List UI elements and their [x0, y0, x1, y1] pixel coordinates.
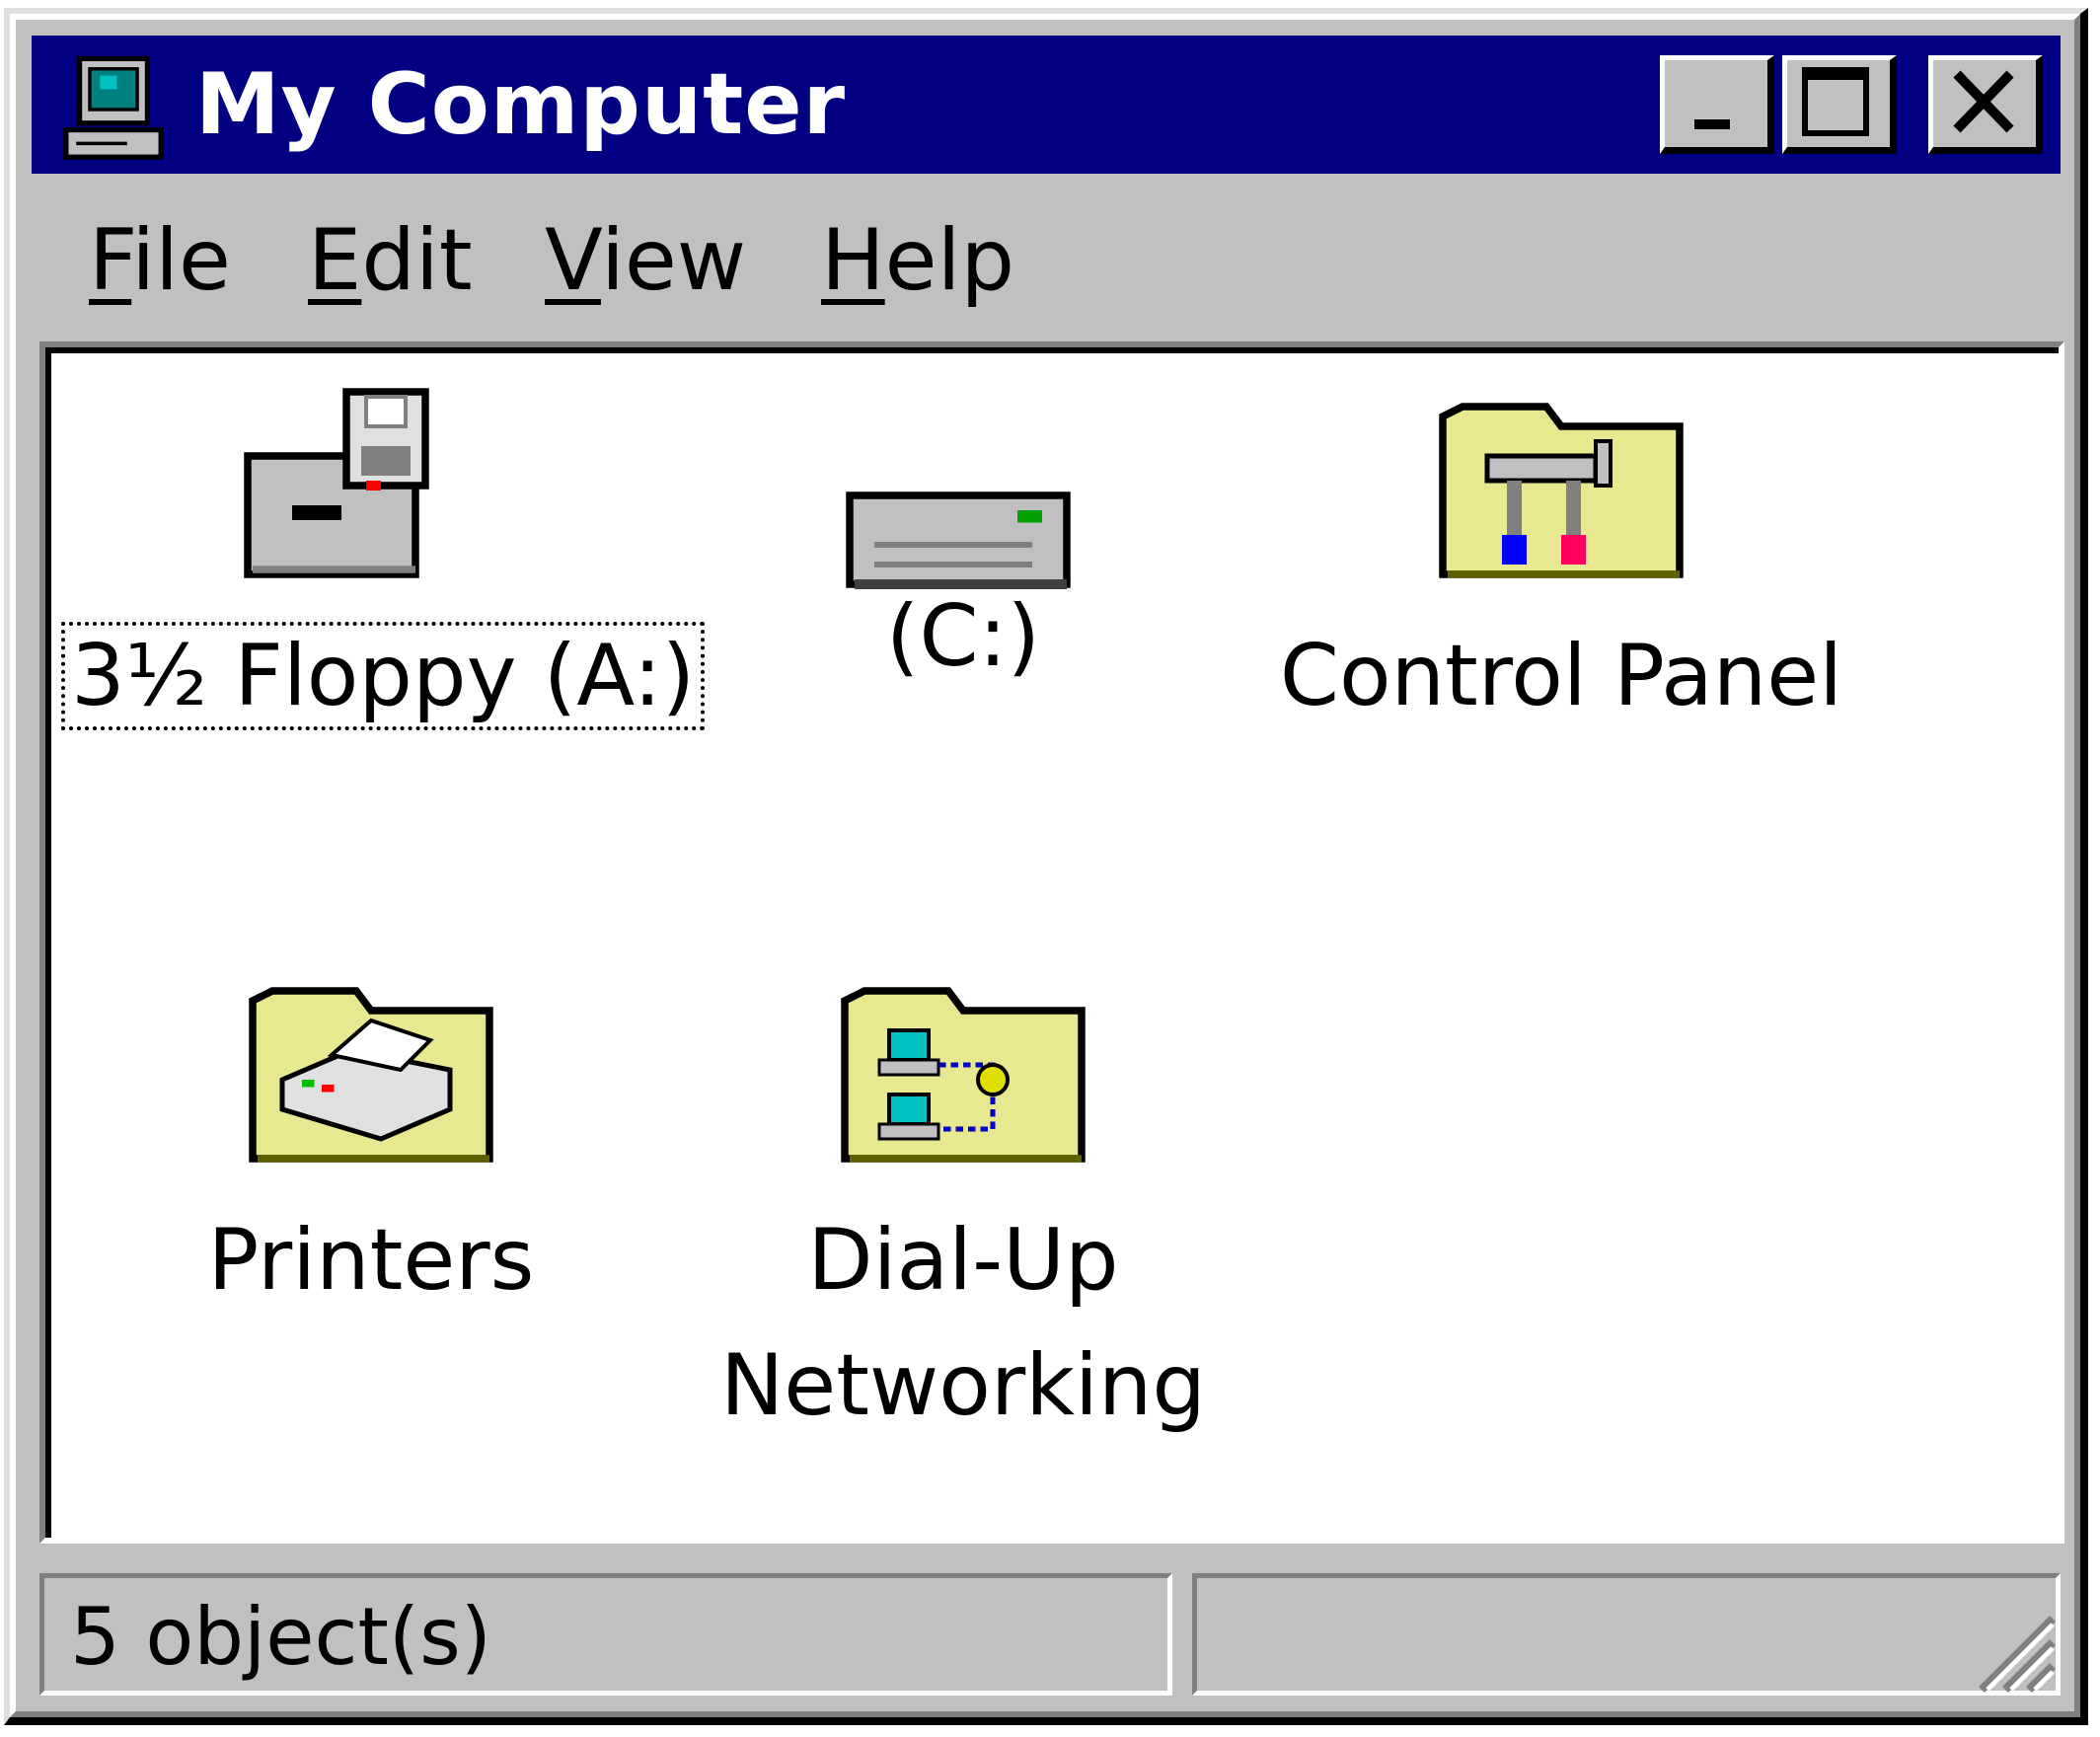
item-label: 3½ Floppy (A:)	[60, 622, 706, 730]
item-printers[interactable]: Printers	[65, 971, 677, 1311]
close-icon	[1953, 70, 2014, 133]
minimize-button[interactable]	[1660, 55, 1774, 154]
status-bar: 5 object(s)	[32, 1563, 2064, 1701]
item-dial-up-networking[interactable]: Dial-Up Networking	[657, 971, 1269, 1461]
item-floppy-a[interactable]: 3½ Floppy (A:)	[60, 387, 706, 730]
item-label: Printers	[207, 1211, 535, 1310]
item-label-line2: Networking	[719, 1336, 1207, 1435]
icon-view[interactable]: 3½ Floppy (A:) (C:) Control Panel Printe…	[39, 341, 2064, 1544]
item-drive-c[interactable]: (C:)	[657, 426, 1269, 687]
menu-edit[interactable]: Edit	[308, 211, 473, 310]
status-object-count: 5 object(s)	[70, 1591, 491, 1683]
menu-view[interactable]: View	[545, 211, 746, 310]
item-label: (C:)	[885, 587, 1041, 686]
dial-up-networking-folder-icon	[841, 987, 1086, 1163]
maximize-button[interactable]	[1782, 55, 1897, 154]
menu-file[interactable]: File	[89, 211, 231, 310]
my-computer-icon	[63, 55, 164, 160]
menu-bar: File Edit View Help	[32, 201, 2064, 320]
resize-grip-icon[interactable]	[1964, 1601, 2059, 1696]
window-title: My Computer	[195, 55, 847, 154]
item-label: Control Panel	[1279, 627, 1843, 725]
item-control-panel[interactable]: Control Panel	[1255, 387, 1867, 726]
floppy-drive-icon	[244, 388, 429, 578]
status-pane-secondary	[1192, 1573, 2061, 1696]
my-computer-window: My Computer File Edit View Help 3½ Flopp…	[4, 8, 2088, 1725]
control-panel-folder-icon	[1439, 403, 1684, 578]
menu-help[interactable]: Help	[821, 211, 1014, 310]
printers-folder-icon	[249, 987, 493, 1163]
title-bar[interactable]: My Computer	[32, 36, 2061, 174]
minimize-icon	[1694, 119, 1730, 129]
status-pane-objects: 5 object(s)	[39, 1573, 1172, 1696]
maximize-icon	[1802, 67, 1869, 136]
item-label-line1: Dial-Up	[807, 1211, 1119, 1310]
close-button[interactable]	[1928, 55, 2043, 154]
